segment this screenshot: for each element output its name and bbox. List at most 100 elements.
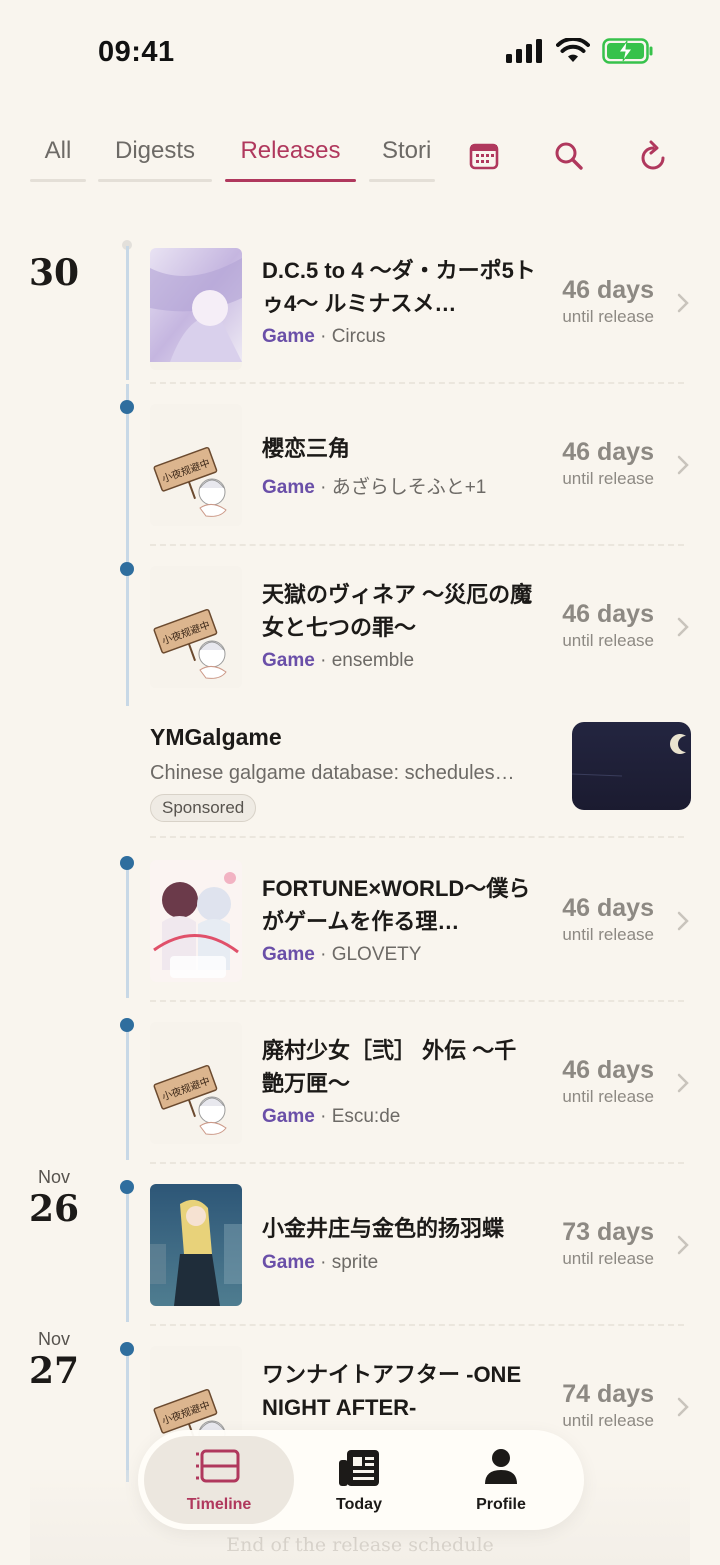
chevron-right-icon <box>677 1397 689 1417</box>
countdown: 46 days until release <box>562 276 654 327</box>
release-type: Game <box>262 326 315 347</box>
calendar-icon[interactable] <box>468 140 500 172</box>
end-of-schedule-text: End of the release schedule <box>226 1534 494 1556</box>
timeline-dot <box>120 1342 134 1356</box>
cover-image <box>150 860 242 982</box>
days-count: 46 days <box>562 600 654 628</box>
tab-digests-label: Digests <box>114 137 196 164</box>
chevron-right-icon <box>677 1235 689 1255</box>
release-meta: Game · Circus <box>262 326 386 348</box>
newspaper-icon <box>339 1450 379 1486</box>
release-title: D.C.5 to 4 ～ダ・カーポ5トゥ4～ ルミナスメ… <box>262 258 536 316</box>
release-type: Game <box>262 650 315 671</box>
release-row[interactable]: 小夜规避中 天獄のヴィネア ～災厄の魔女と七つの罪～ Game · ensemb… <box>0 546 720 708</box>
release-title: 小金井庄与金色的扬羽蝶 <box>262 1216 505 1241</box>
chevron-right-icon <box>677 911 689 931</box>
release-type: Game <box>262 944 315 965</box>
search-icon[interactable] <box>553 140 585 172</box>
until-release-label: until release <box>562 1249 654 1268</box>
timeline-line <box>126 856 129 998</box>
timeline-line <box>126 1018 129 1160</box>
countdown: 46 days until release <box>562 438 654 489</box>
timeline-dot <box>120 400 134 414</box>
ad-description: Chinese galgame database: schedules… <box>150 762 515 784</box>
release-studio: · GLOVETY <box>314 944 422 965</box>
release-row[interactable]: 小金井庄与金色的扬羽蝶 Game · sprite 73 days until … <box>0 1162 720 1326</box>
bottom-navigation: Timeline Today Profile <box>138 1430 584 1530</box>
nav-profile[interactable]: Profile <box>426 1436 576 1524</box>
release-title: 櫻恋三角 <box>262 436 351 461</box>
cover-image <box>150 1184 242 1306</box>
timeline-line <box>126 246 129 380</box>
days-count: 46 days <box>562 438 654 466</box>
countdown: 46 days until release <box>562 894 654 945</box>
chevron-right-icon <box>677 293 689 313</box>
release-title: ワンナイトアフター -ONE NIGHT AFTER- <box>262 1362 522 1420</box>
release-meta: Game · GLOVETY <box>262 944 421 966</box>
tab-releases-label: Releases <box>240 137 341 164</box>
timeline-dot <box>120 856 134 870</box>
nav-today-label: Today <box>336 1496 382 1513</box>
chevron-right-icon <box>677 1073 689 1093</box>
ad-title: YMGalgame <box>150 724 282 750</box>
timeline-dot <box>120 1180 134 1194</box>
release-title: FORTUNE×WORLD～僕らがゲームを作る理… <box>262 876 531 934</box>
status-bar: 09:41 <box>0 0 720 100</box>
tab-digests[interactable]: Digests <box>98 128 212 182</box>
release-meta: Game · あざらしそふと+1 <box>262 472 486 499</box>
tab-stories[interactable]: Stori <box>369 128 435 182</box>
days-count: 46 days <box>562 894 654 922</box>
refresh-icon[interactable] <box>638 140 670 172</box>
cover-image <box>150 248 242 370</box>
release-row[interactable]: 小夜规避中 廃村少女［弐］ 外伝 ～千艶万匣～ Game · Escu:de 4… <box>0 1000 720 1164</box>
days-count: 73 days <box>562 1218 654 1246</box>
countdown: 74 days until release <box>562 1380 654 1431</box>
timeline-icon <box>196 1449 240 1483</box>
tab-all[interactable]: All <box>30 128 86 182</box>
countdown: 46 days until release <box>562 1056 654 1107</box>
nav-today[interactable]: Today <box>284 1436 434 1524</box>
countdown: 73 days until release <box>562 1218 654 1269</box>
release-title: 廃村少女［弐］ 外伝 ～千艶万匣～ <box>262 1038 517 1096</box>
release-meta: Game · sprite <box>262 1252 378 1274</box>
chevron-right-icon <box>677 455 689 475</box>
nav-timeline-label: Timeline <box>186 1496 252 1513</box>
release-studio: · Escu:de <box>314 1106 401 1127</box>
tab-stories-label: Stori <box>382 137 432 164</box>
release-type: Game <box>262 477 315 498</box>
until-release-label: until release <box>562 631 654 650</box>
timeline-dot <box>120 562 134 576</box>
tab-all-label: All <box>44 137 72 164</box>
nav-profile-label: Profile <box>476 1496 526 1513</box>
days-count: 46 days <box>562 276 654 304</box>
until-release-label: until release <box>562 469 654 488</box>
release-row[interactable]: D.C.5 to 4 ～ダ・カーポ5トゥ4～ ルミナスメ… Game · Cir… <box>0 236 720 384</box>
until-release-label: until release <box>562 1087 654 1106</box>
nav-timeline[interactable]: Timeline <box>144 1436 294 1524</box>
until-release-label: until release <box>562 307 654 326</box>
days-count: 74 days <box>562 1380 654 1408</box>
until-release-label: until release <box>562 925 654 944</box>
timeline-line <box>126 1342 129 1482</box>
status-icons <box>506 38 654 64</box>
timeline-dot <box>120 1018 134 1032</box>
release-studio: · ensemble <box>314 650 415 671</box>
days-count: 46 days <box>562 1056 654 1084</box>
cellular-signal-icon <box>506 39 542 63</box>
tab-releases[interactable]: Releases <box>225 128 356 182</box>
placeholder-cover-image: 小夜规避中 <box>150 404 242 526</box>
release-studio: · Circus <box>314 326 386 347</box>
sponsored-card[interactable]: YMGalgame Chinese galgame database: sche… <box>0 708 720 838</box>
status-time: 09:41 <box>98 36 175 68</box>
release-title: 天獄のヴィネア ～災厄の魔女と七つの罪～ <box>262 582 533 640</box>
battery-charging-icon <box>602 38 653 64</box>
release-row[interactable]: FORTUNE×WORLD～僕らがゲームを作る理… Game · GLOVETY… <box>0 838 720 1002</box>
release-type: Game <box>262 1106 315 1127</box>
release-meta: Game · ensemble <box>262 650 414 672</box>
placeholder-cover-image: 小夜规避中 <box>150 1022 242 1144</box>
countdown: 46 days until release <box>562 600 654 651</box>
chevron-right-icon <box>677 617 689 637</box>
ad-image <box>572 722 691 810</box>
release-row[interactable]: 小夜规避中 櫻恋三角 Game · あざらしそふと+1 46 days unti… <box>0 384 720 546</box>
release-studio: · sprite <box>314 1252 379 1273</box>
